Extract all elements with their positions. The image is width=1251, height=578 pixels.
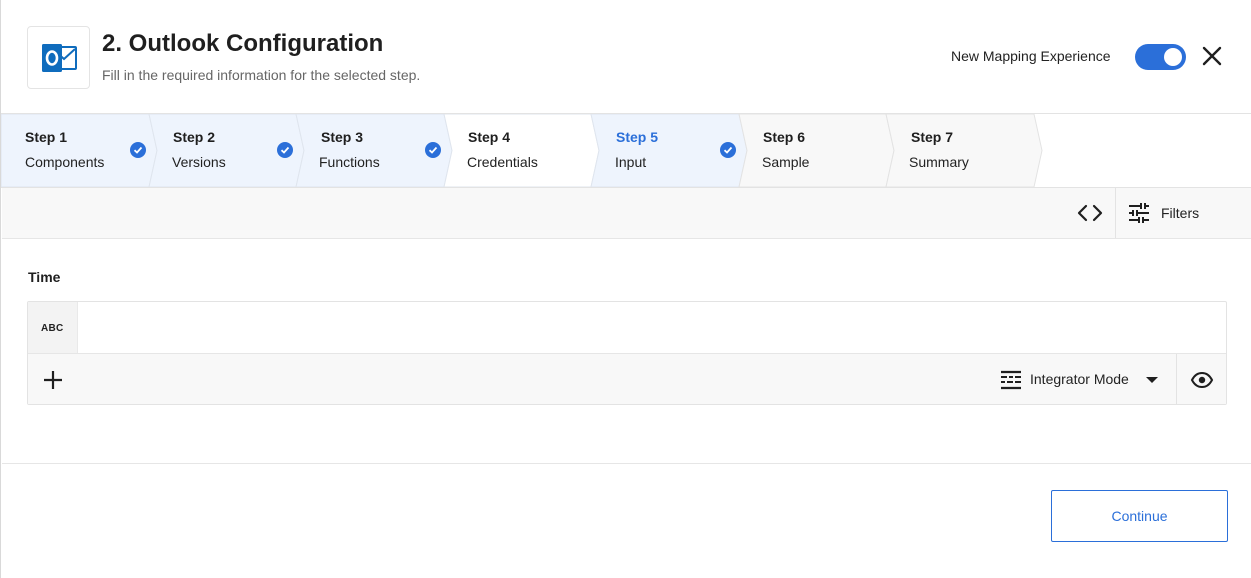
check-icon [130, 142, 146, 158]
step-name: Components [25, 154, 105, 170]
step-name: Functions [319, 154, 380, 170]
field-footer-divider [1176, 354, 1177, 404]
step-1-components[interactable]: Step 1 Components [1, 114, 146, 187]
step-name: Credentials [467, 154, 538, 170]
continue-button[interactable]: Continue [1051, 490, 1228, 542]
check-icon [277, 142, 293, 158]
step-4-credentials[interactable]: Step 4 Credentials [444, 114, 584, 187]
step-number: Step 2 [173, 129, 216, 145]
close-button[interactable] [1199, 43, 1225, 69]
outlook-icon [27, 26, 90, 89]
step-navigation: Step 1 Components Step 2 Versions Step 3… [1, 114, 1251, 188]
field-label-time: Time [28, 269, 61, 285]
check-icon [425, 142, 441, 158]
close-icon [1202, 46, 1222, 66]
field-footer: Integrator Mode [28, 353, 1226, 404]
integrator-mode-dropdown[interactable]: Integrator Mode [1000, 368, 1166, 392]
type-chip: ABC [28, 302, 78, 353]
step-number: Step 1 [25, 129, 68, 145]
step-6-sample[interactable]: Step 6 Sample [739, 114, 879, 187]
plus-icon [44, 371, 62, 389]
eye-icon [1190, 371, 1214, 389]
step-number: Step 5 [616, 129, 659, 145]
filters-button[interactable]: Filters [1128, 201, 1218, 225]
new-mapping-toggle[interactable] [1135, 44, 1186, 70]
step-name: Sample [762, 154, 810, 170]
configuration-dialog: 2. Outlook Configuration Fill in the req… [0, 0, 1251, 578]
step-3-functions[interactable]: Step 3 Functions [296, 114, 441, 187]
add-button[interactable] [41, 368, 65, 392]
mode-label: Integrator Mode [1030, 371, 1129, 387]
step-2-versions[interactable]: Step 2 Versions [149, 114, 293, 187]
check-icon [720, 142, 736, 158]
toolbar-divider [1115, 188, 1116, 238]
toggle-knob [1164, 48, 1182, 66]
dialog-header: 2. Outlook Configuration Fill in the req… [1, 0, 1251, 114]
step-name: Summary [909, 154, 969, 170]
step-name: Versions [172, 154, 226, 170]
step-5-input[interactable]: Step 5 Input [591, 114, 736, 187]
sliders-icon [1129, 203, 1149, 223]
preview-button[interactable] [1190, 368, 1214, 392]
page-subtitle: Fill in the required information for the… [102, 67, 421, 83]
step-name: Input [615, 154, 647, 170]
lines-icon [1001, 370, 1021, 390]
time-value-input[interactable] [79, 302, 1226, 353]
code-view-button[interactable] [1076, 201, 1104, 225]
mapping-toggle-label: New Mapping Experience [951, 48, 1111, 64]
type-chip-label: ABC [41, 323, 64, 334]
step-number: Step 6 [763, 129, 806, 145]
footer-divider [2, 463, 1251, 464]
time-field: ABC Integrator Mode [27, 301, 1227, 405]
filters-label: Filters [1161, 205, 1200, 221]
step-number: Step 4 [468, 129, 511, 145]
step-number: Step 3 [321, 129, 364, 145]
page-title: 2. Outlook Configuration [102, 30, 384, 57]
mapping-toolbar: Filters [2, 188, 1251, 239]
step-number: Step 7 [911, 129, 954, 145]
code-icon [1077, 204, 1103, 222]
step-7-summary[interactable]: Step 7 Summary [886, 114, 1026, 187]
caret-down-icon [1146, 377, 1158, 383]
